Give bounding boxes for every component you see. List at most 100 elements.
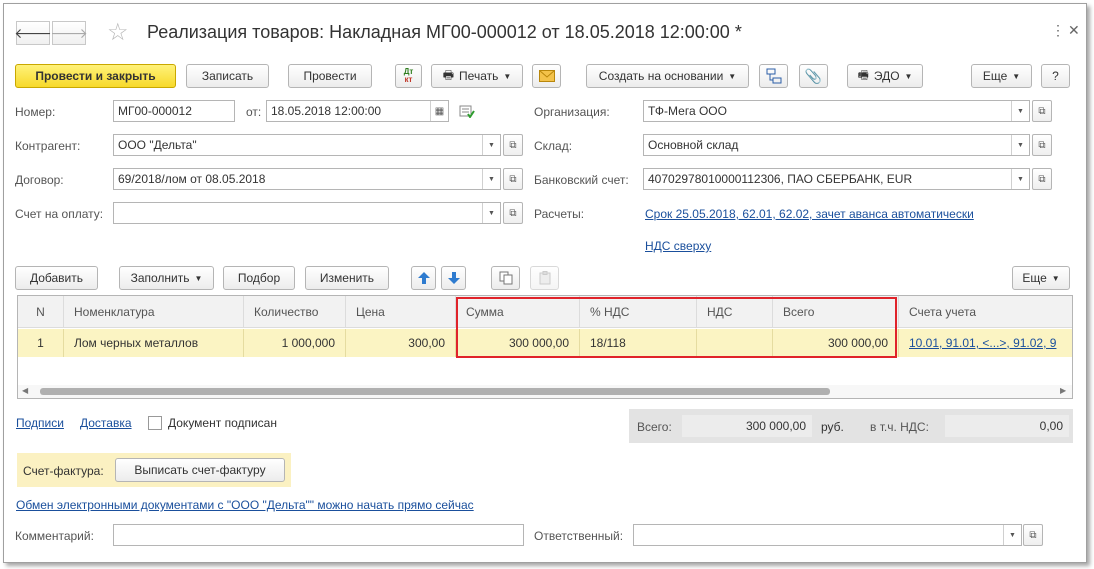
print-button[interactable]: 🖶 Печать ▼	[431, 64, 523, 88]
bank-account-field[interactable]: 40702978010000112306, ПАО СБЕРБАНК, EUR …	[643, 168, 1030, 190]
open-responsible-button[interactable]: ⧉	[1023, 524, 1043, 546]
responsible-field[interactable]: ▼	[633, 524, 1022, 546]
table-more-label: Еще	[1022, 271, 1047, 285]
chevron-down-icon[interactable]: ▼	[1011, 135, 1029, 155]
chevron-down-icon[interactable]: ▼	[482, 203, 500, 223]
date-field[interactable]: 18.05.2018 12:00:00 ▦	[266, 100, 449, 122]
issue-invoice-button[interactable]: Выписать счет-фактуру	[115, 458, 285, 482]
settlements-link[interactable]: Срок 25.05.2018, 62.01, 62.02, зачет ава…	[645, 207, 974, 221]
table-more-button[interactable]: Еще ▼	[1012, 266, 1070, 290]
organization-value: ТФ-Мега ООО	[648, 104, 727, 118]
scrollbar-thumb[interactable]	[40, 388, 830, 395]
column-header-price[interactable]: Цена	[346, 296, 456, 328]
help-button[interactable]: ?	[1041, 64, 1070, 88]
close-icon[interactable]: ✕	[1068, 22, 1080, 39]
column-header-vat-rate[interactable]: % НДС	[580, 296, 697, 328]
favorite-star-icon[interactable]: ☆	[107, 18, 129, 47]
signatures-link[interactable]: Подписи	[16, 416, 64, 430]
settlements-label: Расчеты:	[534, 207, 585, 221]
post-and-close-button[interactable]: Провести и закрыть	[15, 64, 176, 88]
chevron-down-icon[interactable]: ▼	[482, 135, 500, 155]
horizontal-scrollbar[interactable]: ◀ ▶	[18, 385, 1072, 398]
scroll-right-icon[interactable]: ▶	[1060, 386, 1066, 395]
column-header-n[interactable]: N	[18, 296, 64, 328]
table-cell-quantity[interactable]: 1 000,000	[244, 329, 346, 357]
column-header-sum[interactable]: Сумма	[456, 296, 580, 328]
edo-printer-icon: 🖷	[857, 67, 869, 82]
chevron-down-icon[interactable]: ▼	[482, 169, 500, 189]
column-header-total[interactable]: Всего	[773, 296, 899, 328]
arrow-right-icon: 🡒	[50, 24, 88, 41]
arrow-up-icon	[417, 272, 430, 284]
sales-invoice-label: Счет-фактура:	[23, 464, 104, 478]
table-cell-nomenclature[interactable]: Лом черных металлов	[64, 329, 244, 357]
chevron-down-icon[interactable]: ▼	[1003, 525, 1021, 545]
document-signed-checkbox[interactable]	[148, 416, 162, 430]
email-button[interactable]	[532, 64, 561, 88]
open-invoice-button[interactable]: ⧉	[503, 202, 523, 224]
comment-field[interactable]	[113, 524, 524, 546]
create-based-on-button[interactable]: Создать на основании ▼	[586, 64, 749, 88]
paste-row-button[interactable]	[530, 266, 559, 290]
column-header-quantity[interactable]: Количество	[244, 296, 346, 328]
attach-button[interactable]: 📎	[799, 64, 828, 88]
currency-label: руб.	[821, 420, 844, 434]
change-button[interactable]: Изменить	[305, 266, 389, 290]
move-down-button[interactable]	[441, 266, 466, 290]
open-window-icon: ⧉	[1038, 139, 1046, 151]
arrow-left-icon: 🡐	[14, 24, 52, 41]
edo-button[interactable]: 🖷 ЭДО ▼	[847, 64, 923, 88]
forward-button[interactable]: 🡒	[50, 21, 88, 45]
organization-field[interactable]: ТФ-Мега ООО ▼	[643, 100, 1030, 122]
scroll-left-icon[interactable]: ◀	[22, 386, 28, 395]
document-check-icon[interactable]	[459, 104, 475, 121]
table-cell-accounts[interactable]: 10.01, 91.01, <...>, 91.02, 9	[899, 329, 1072, 357]
open-organization-button[interactable]: ⧉	[1032, 100, 1052, 122]
open-contract-button[interactable]: ⧉	[503, 168, 523, 190]
chevron-down-icon[interactable]: ▼	[1011, 101, 1029, 121]
more-button[interactable]: Еще ▼	[971, 64, 1032, 88]
dtkt-journal-button[interactable]: Дт кт	[395, 64, 422, 88]
open-bank-account-button[interactable]: ⧉	[1032, 168, 1052, 190]
table-cell-sum[interactable]: 300 000,00	[456, 329, 580, 357]
column-header-accounts[interactable]: Счета учета	[899, 296, 1072, 328]
invoice-for-payment-label: Счет на оплату:	[15, 207, 104, 221]
move-up-button[interactable]	[411, 266, 436, 290]
open-counterparty-button[interactable]: ⧉	[503, 134, 523, 156]
number-field[interactable]: МГ00-000012	[113, 100, 235, 122]
structure-button[interactable]	[759, 64, 788, 88]
accounts-link[interactable]: 10.01, 91.01, <...>, 91.02, 9	[909, 336, 1056, 350]
more-vertical-icon[interactable]: ⋮	[1051, 22, 1065, 39]
table-cell-vat[interactable]	[697, 329, 773, 357]
vat-on-top-link[interactable]: НДС сверху	[645, 239, 711, 253]
pick-button[interactable]: Подбор	[223, 266, 295, 290]
open-window-icon: ⧉	[509, 207, 517, 219]
open-window-icon: ⧉	[509, 139, 517, 151]
copy-row-button[interactable]	[491, 266, 520, 290]
contract-field[interactable]: 69/2018/лом от 08.05.2018 ▼	[113, 168, 501, 190]
chevron-down-icon: ▼	[503, 71, 512, 81]
edo-exchange-link[interactable]: Обмен электронными документами с "ООО "Д…	[16, 498, 474, 512]
contract-label: Договор:	[15, 173, 64, 187]
delivery-link[interactable]: Доставка	[80, 416, 132, 430]
table-cell-total[interactable]: 300 000,00	[773, 329, 899, 357]
warehouse-field[interactable]: Основной склад ▼	[643, 134, 1030, 156]
chevron-down-icon[interactable]: ▼	[1011, 169, 1029, 189]
column-header-vat[interactable]: НДС	[697, 296, 773, 328]
calendar-icon[interactable]: ▦	[430, 101, 448, 121]
back-button[interactable]: 🡐	[14, 21, 52, 45]
bank-account-value: 40702978010000112306, ПАО СБЕРБАНК, EUR	[648, 172, 913, 186]
invoice-for-payment-field[interactable]: ▼	[113, 202, 501, 224]
add-row-button[interactable]: Добавить	[15, 266, 98, 290]
goods-table[interactable]: N Номенклатура Количество Цена Сумма % Н…	[17, 295, 1073, 399]
printer-icon: 🖶	[442, 67, 455, 82]
fill-button[interactable]: Заполнить ▼	[119, 266, 214, 290]
save-button[interactable]: Записать	[186, 64, 269, 88]
column-header-nomenclature[interactable]: Номенклатура	[64, 296, 244, 328]
table-cell-price[interactable]: 300,00	[346, 329, 456, 357]
counterparty-field[interactable]: ООО "Дельта" ▼	[113, 134, 501, 156]
open-warehouse-button[interactable]: ⧉	[1032, 134, 1052, 156]
table-cell-vat-rate[interactable]: 18/118	[580, 329, 697, 357]
table-cell-n[interactable]: 1	[18, 329, 64, 357]
post-button[interactable]: Провести	[288, 64, 372, 88]
